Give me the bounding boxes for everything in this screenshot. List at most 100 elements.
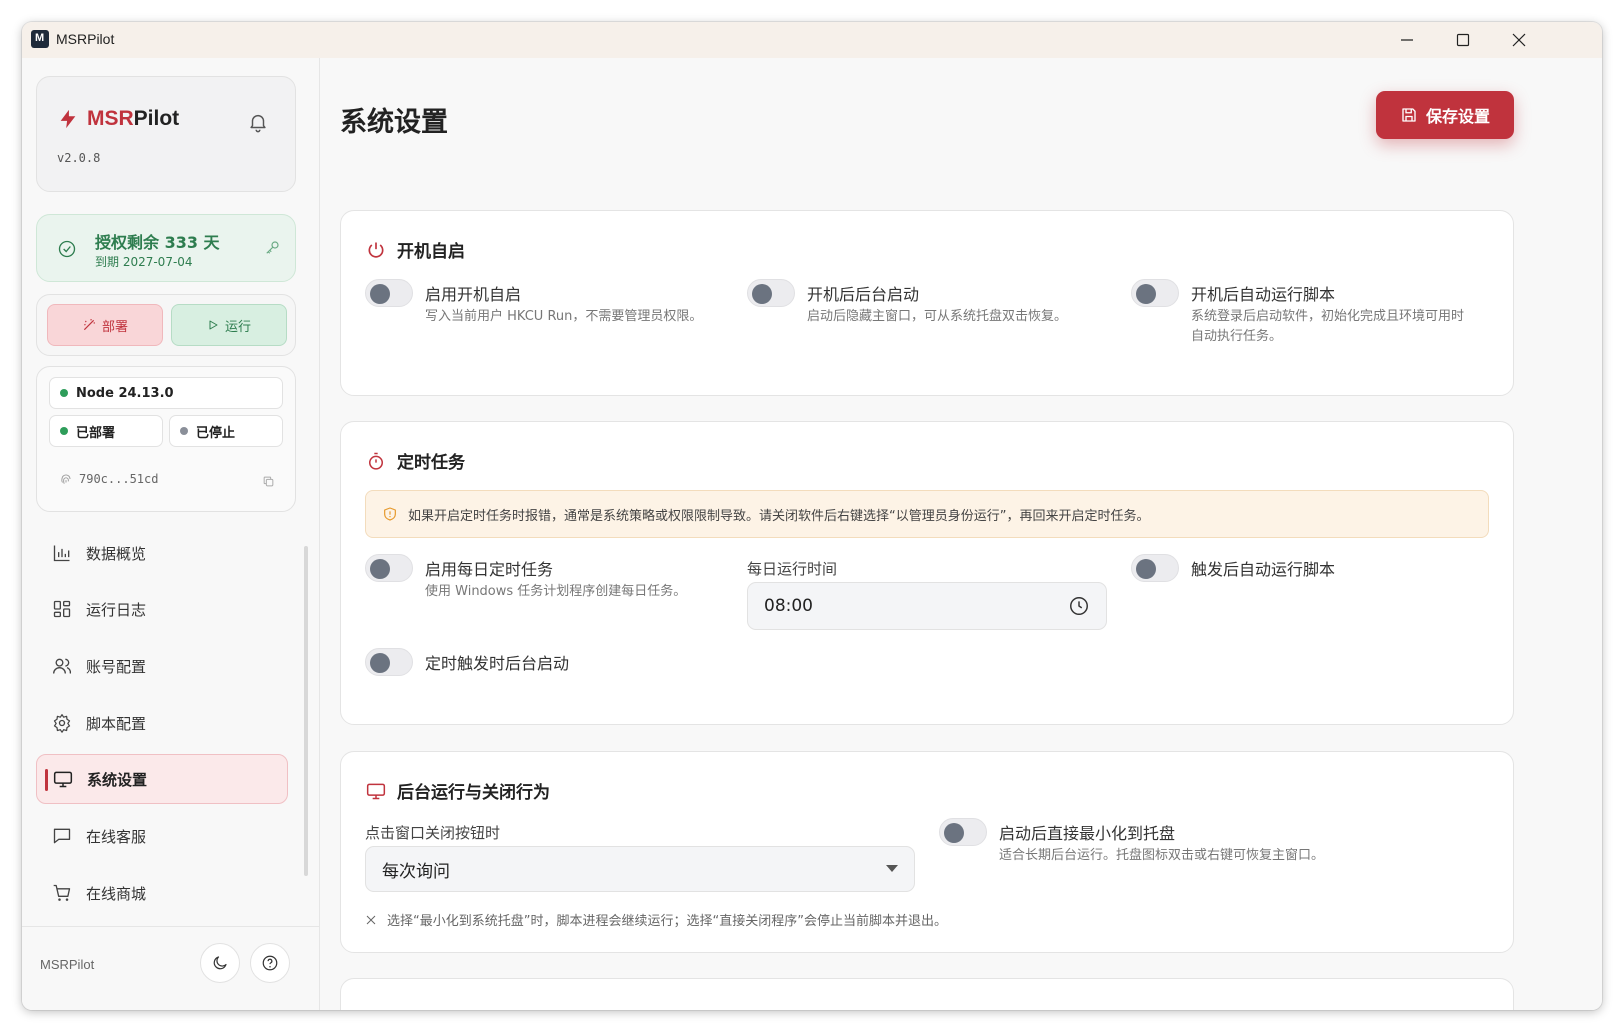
deployed-status: 已部署 bbox=[76, 425, 116, 441]
sidebar-item-accounts[interactable]: 账号配置 bbox=[36, 641, 288, 691]
option-desc: 启动后隐藏主窗口，可从系统托盘双击恢复。 bbox=[807, 309, 1068, 324]
option-label: 开机后后台启动 bbox=[807, 285, 920, 304]
version-label: v2.0.8 bbox=[57, 151, 101, 165]
sidebar-item-scripts[interactable]: 脚本配置 bbox=[36, 698, 288, 748]
bell-icon[interactable] bbox=[247, 111, 269, 137]
section-title: 开机自启 bbox=[365, 237, 465, 262]
sidebar-item-label: 系统设置 bbox=[87, 770, 148, 789]
maximize-icon bbox=[1456, 33, 1470, 47]
clock-icon[interactable] bbox=[1068, 595, 1090, 622]
gear-icon bbox=[52, 713, 72, 733]
startup-toggle[interactable] bbox=[365, 279, 413, 307]
main-content: 系统设置 保存设置 开机自启 启用开机自启 写入当前用户 HKCU Run，不需… bbox=[320, 58, 1602, 1010]
sidebar-item-label: 账号配置 bbox=[86, 657, 147, 676]
background-section: 后台运行与关闭行为 点击窗口关闭按钮时 每次询问 启动后直接最小化到托盘 适合长… bbox=[340, 751, 1514, 953]
app-logo-icon: M bbox=[31, 30, 49, 48]
stopwatch-icon bbox=[365, 450, 387, 472]
option-label: 启动后直接最小化到托盘 bbox=[999, 824, 1176, 843]
copy-icon[interactable] bbox=[262, 473, 275, 492]
option-label: 开机后自动运行脚本 bbox=[1191, 285, 1336, 304]
run-label: 运行 bbox=[224, 319, 251, 335]
startup-autorun-toggle[interactable] bbox=[1131, 279, 1179, 307]
sidebar: MSRPilot v2.0.8 授权剩余 333 天 到期 2027-07-04… bbox=[22, 58, 320, 1010]
option-desc: 写入当前用户 HKCU Run，不需要管理员权限。 bbox=[425, 309, 703, 324]
action-card: 部署 运行 bbox=[36, 294, 296, 356]
schedule-background-toggle[interactable] bbox=[365, 648, 413, 676]
status-dot bbox=[180, 427, 188, 435]
stopped-pill: 已停止 bbox=[169, 415, 283, 447]
wand-icon bbox=[83, 318, 96, 331]
sidebar-scrollbar[interactable] bbox=[304, 546, 308, 876]
startup-section: 开机自启 启用开机自启 写入当前用户 HKCU Run，不需要管理员权限。 开机… bbox=[340, 210, 1514, 396]
sidebar-item-system-settings[interactable]: 系统设置 bbox=[36, 754, 288, 804]
sidebar-item-overview[interactable]: 数据概览 bbox=[36, 528, 288, 578]
key-icon[interactable] bbox=[263, 239, 281, 257]
alert-text: 如果开启定时任务时报错，通常是系统策略或权限限制导致。请关闭软件后右键选择“以管… bbox=[408, 508, 1150, 524]
save-settings-button[interactable]: 保存设置 bbox=[1376, 91, 1514, 139]
machine-id: 790c...51cd bbox=[59, 472, 158, 486]
option-desc: 系统登录后启动软件，初始化完成且环境可用时 bbox=[1191, 309, 1465, 324]
theme-toggle-button[interactable] bbox=[200, 943, 240, 983]
warning-icon bbox=[384, 507, 396, 521]
section-title: 后台运行与关闭行为 bbox=[365, 778, 550, 803]
machine-hash: 790c...51cd bbox=[79, 472, 159, 486]
play-icon bbox=[209, 320, 218, 330]
sidebar-item-support[interactable]: 在线客服 bbox=[36, 811, 288, 861]
sidebar-footer: MSRPilot bbox=[22, 926, 320, 1010]
check-circle-icon bbox=[58, 240, 76, 258]
status-card: Node 24.13.0 已部署 已停止 790c...51cd bbox=[36, 366, 296, 512]
option-label: 启用每日定时任务 bbox=[425, 560, 554, 579]
power-icon bbox=[365, 239, 387, 261]
fingerprint-icon bbox=[61, 474, 71, 484]
monitor-icon bbox=[53, 769, 73, 789]
option-desc: 自动执行任务。 bbox=[1191, 329, 1283, 344]
deployed-pill: 已部署 bbox=[49, 415, 163, 447]
window-title: MSRPilot bbox=[56, 31, 115, 47]
startup-background-toggle[interactable] bbox=[747, 279, 795, 307]
close-behavior-select[interactable]: 每次询问 bbox=[365, 846, 915, 892]
deploy-button[interactable]: 部署 bbox=[47, 304, 163, 346]
maximize-button[interactable] bbox=[1440, 22, 1486, 58]
daily-task-toggle[interactable] bbox=[365, 554, 413, 582]
brand: MSRPilot bbox=[57, 107, 179, 131]
minimize-to-tray-toggle[interactable] bbox=[939, 818, 987, 846]
select-value: 每次询问 bbox=[382, 861, 450, 882]
next-section bbox=[340, 978, 1514, 1010]
sidebar-item-store[interactable]: 在线商城 bbox=[36, 868, 288, 918]
cart-icon bbox=[52, 883, 72, 903]
chevron-down-icon bbox=[886, 865, 898, 872]
run-button[interactable]: 运行 bbox=[171, 304, 287, 346]
save-label: 保存设置 bbox=[1425, 107, 1490, 126]
close-icon bbox=[1512, 33, 1526, 47]
option-label: 定时触发时后台启动 bbox=[425, 654, 570, 673]
title-bar: M MSRPilot bbox=[22, 22, 1602, 58]
brand-card: MSRPilot v2.0.8 bbox=[36, 76, 296, 192]
time-field-label: 每日运行时间 bbox=[747, 560, 838, 578]
help-icon bbox=[262, 955, 278, 971]
sidebar-item-label: 在线客服 bbox=[86, 827, 147, 846]
time-value: 08:00 bbox=[764, 596, 813, 616]
license-remaining: 授权剩余 333 天 bbox=[95, 233, 220, 252]
close-icon bbox=[366, 915, 376, 924]
stopped-status: 已停止 bbox=[196, 425, 236, 441]
bar-chart-icon bbox=[52, 543, 72, 563]
close-button[interactable] bbox=[1496, 22, 1542, 58]
option-desc: 使用 Windows 任务计划程序创建每日任务。 bbox=[425, 584, 687, 599]
save-icon bbox=[1402, 108, 1416, 122]
chat-icon bbox=[52, 826, 72, 846]
close-behavior-note: 选择“最小化到系统托盘”时，脚本进程会继续运行；选择“直接关闭程序”会停止当前脚… bbox=[365, 910, 947, 929]
help-button[interactable] bbox=[250, 943, 290, 983]
moon-icon bbox=[213, 956, 227, 970]
node-version-pill: Node 24.13.0 bbox=[49, 377, 283, 409]
license-expiry: 到期 2027-07-04 bbox=[95, 255, 193, 269]
option-label: 触发后自动运行脚本 bbox=[1191, 560, 1336, 579]
sidebar-item-logs[interactable]: 运行日志 bbox=[36, 584, 288, 634]
monitor-icon bbox=[365, 780, 387, 802]
sidebar-item-label: 在线商城 bbox=[86, 884, 147, 903]
daily-time-input[interactable]: 08:00 bbox=[747, 582, 1107, 630]
license-card: 授权剩余 333 天 到期 2027-07-04 bbox=[36, 214, 296, 282]
auto-run-toggle[interactable] bbox=[1131, 554, 1179, 582]
status-dot bbox=[60, 427, 68, 435]
minimize-button[interactable] bbox=[1384, 22, 1430, 58]
users-icon bbox=[52, 656, 72, 676]
